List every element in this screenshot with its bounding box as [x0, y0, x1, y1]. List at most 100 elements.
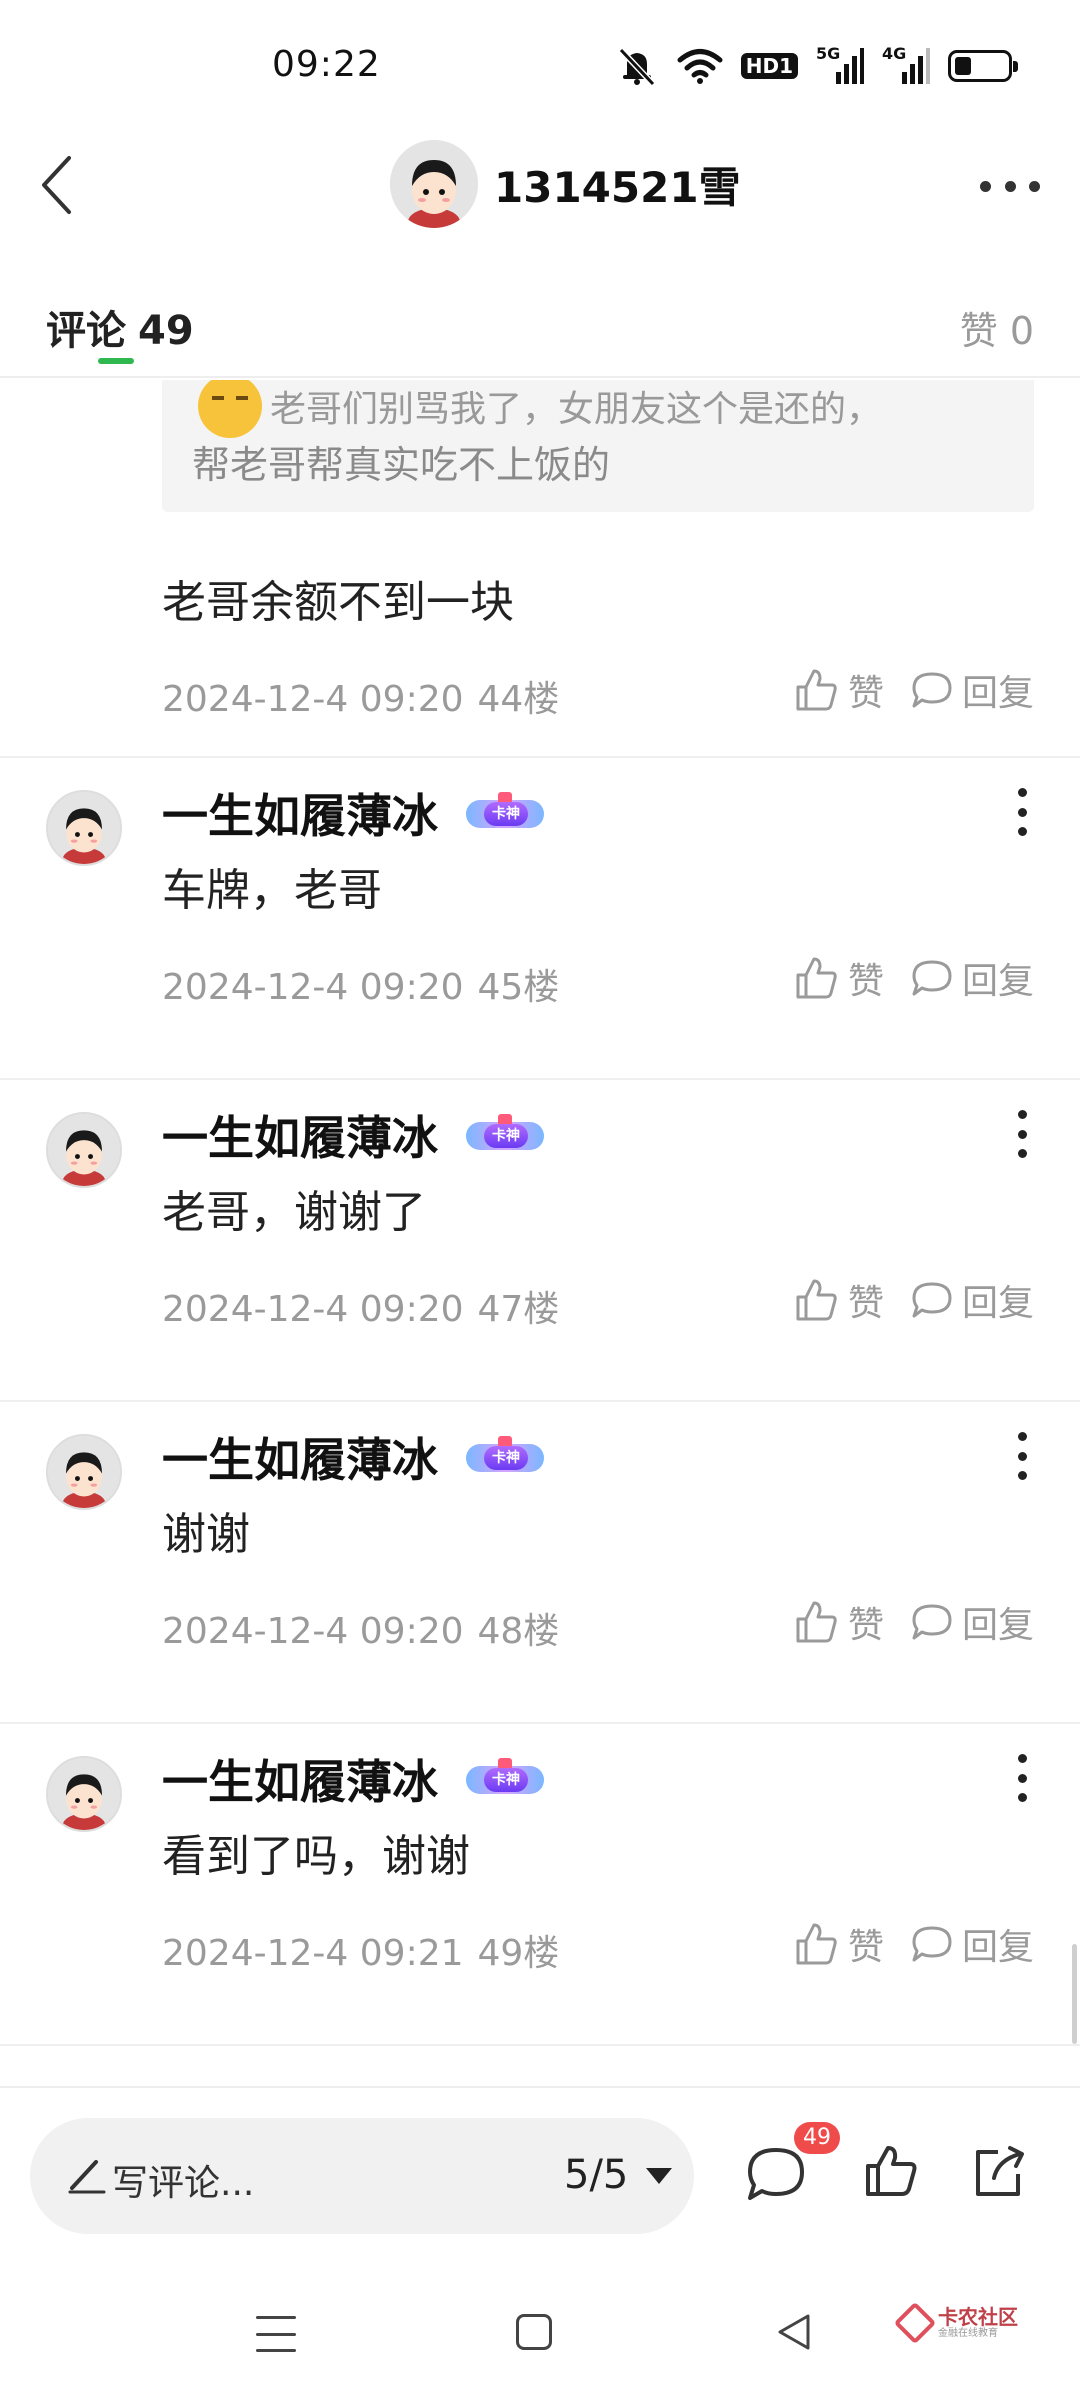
badge-label: 卡神 — [484, 1768, 528, 1792]
comment-user[interactable]: 一生如履薄冰 卡神 — [162, 1102, 550, 1168]
tab-comments-label: 评论 — [46, 308, 126, 354]
like-button[interactable]: 赞 — [794, 1918, 884, 1970]
comment-item: 一生如履薄冰 卡神 车牌，老哥 2024-12-4 09:20 45楼 赞 回复 — [0, 758, 1080, 1080]
comment-meta: 2024-12-4 09:20 44楼 — [162, 670, 559, 722]
badge-label: 卡神 — [484, 1124, 528, 1148]
comment-user[interactable]: 一生如履薄冰 卡神 — [162, 1424, 550, 1490]
comment-user[interactable]: 一生如履薄冰 卡神 — [162, 1746, 550, 1812]
thumbs-up-icon — [796, 669, 837, 711]
signal-5g-icon: 5G — [816, 44, 864, 86]
comment-username[interactable]: 一生如履薄冰 — [162, 1746, 438, 1812]
comment-menu-button[interactable] — [1010, 1754, 1034, 1802]
thumbs-up-icon — [796, 957, 837, 999]
comment-username[interactable]: 一生如履薄冰 — [162, 780, 438, 846]
tab-comments[interactable]: 评论 49 — [46, 298, 194, 356]
like-button[interactable]: 赞 — [794, 664, 884, 716]
comment-item: 一生如履薄冰 卡神 老哥，谢谢了 2024-12-4 09:20 47楼 赞 回复 — [0, 1080, 1080, 1402]
tab-likes[interactable]: 赞 0 — [960, 300, 1034, 355]
comment-time: 2024-12-4 09:20 — [162, 967, 464, 1008]
reply-button[interactable]: 回复 — [910, 952, 1034, 1004]
hd-voice-badge: HD1 — [740, 53, 798, 79]
reply-button[interactable]: 回复 — [910, 1596, 1034, 1648]
comment-username[interactable]: 一生如履薄冰 — [162, 1102, 438, 1168]
mute-bell-icon — [618, 47, 655, 86]
write-comment-input[interactable]: 写评论... 5/5 — [30, 2118, 694, 2234]
like-label: 赞 — [847, 673, 884, 714]
system-navigation-bar: 卡农社区 金融在线教育 — [0, 2266, 1080, 2400]
signal-4g-label: 4G — [882, 44, 907, 63]
reply-bubble-icon — [912, 1282, 952, 1318]
pencil-icon — [68, 2160, 106, 2194]
badge-label: 卡神 — [484, 1446, 528, 1470]
more-dot-icon — [980, 180, 991, 192]
comment-text: 谢谢 — [162, 1509, 250, 1560]
reply-label: 回复 — [961, 673, 1034, 714]
emoji-icon — [198, 380, 262, 438]
comment-meta: 2024-12-4 09:20 48楼 — [162, 1602, 559, 1654]
post-author-name[interactable]: 1314521雪 — [494, 154, 741, 215]
comment-meta: 2024-12-4 09:20 45楼 — [162, 958, 559, 1010]
thumbs-up-icon[interactable] — [862, 2142, 920, 2200]
like-button[interactable]: 赞 — [794, 1596, 884, 1648]
home-icon[interactable] — [516, 2314, 552, 2350]
comment-floor: 47楼 — [477, 1289, 560, 1330]
watermark-icon — [893, 2301, 937, 2345]
comment-meta: 2024-12-4 09:20 47楼 — [162, 1280, 559, 1332]
page-indicator[interactable]: 5/5 — [564, 2152, 628, 2198]
avatar[interactable] — [46, 790, 122, 866]
quoted-text-1: 老哥们别骂我了，女朋友这个是还的， — [270, 389, 883, 430]
comment-time: 2024-12-4 09:21 — [162, 1933, 464, 1974]
post-header: 1314521雪 — [0, 130, 1080, 240]
reply-label: 回复 — [961, 1605, 1034, 1646]
like-label: 赞 — [847, 1283, 884, 1324]
caret-down-icon[interactable] — [646, 2168, 672, 2184]
comment-menu-button[interactable] — [1010, 1110, 1034, 1158]
comment-text: 老哥，谢谢了 — [162, 1187, 426, 1238]
reply-button[interactable]: 回复 — [910, 1274, 1034, 1326]
status-bar: 09:22 HD1 5G 4G — [0, 0, 1080, 130]
status-icons: HD1 5G 4G — [615, 44, 1018, 88]
comment-meta: 2024-12-4 09:21 49楼 — [162, 1924, 559, 1976]
watermark-logo: 卡农社区 金融在线教育 — [893, 2301, 1018, 2345]
watermark-title: 卡农社区 — [938, 2305, 1018, 2329]
comment-menu-button[interactable] — [1010, 1432, 1034, 1480]
bottom-action-bar: 写评论... 5/5 49 — [0, 2086, 1080, 2266]
like-button[interactable]: 赞 — [794, 952, 884, 1004]
share-icon[interactable] — [968, 2142, 1028, 2202]
chevron-left-icon — [42, 156, 71, 214]
avatar[interactable] — [46, 1756, 122, 1832]
back-button[interactable] — [26, 150, 86, 220]
watermark-subtitle: 金融在线教育 — [938, 2328, 998, 2339]
like-button[interactable]: 赞 — [794, 1274, 884, 1326]
more-options-button[interactable] — [980, 166, 1040, 206]
more-dot-icon — [1029, 180, 1040, 192]
scrollbar-thumb[interactable] — [1072, 1944, 1077, 2044]
comment-actions: 赞 回复 — [794, 664, 1034, 716]
status-time: 09:22 — [272, 44, 381, 85]
recent-apps-icon[interactable] — [256, 2316, 296, 2352]
back-triangle-icon[interactable] — [774, 2312, 814, 2352]
reply-button[interactable]: 回复 — [910, 664, 1034, 716]
badge-label: 卡神 — [484, 802, 528, 826]
comment-count-badge: 49 — [794, 2122, 840, 2154]
signal-5g-label: 5G — [816, 44, 841, 63]
reply-button[interactable]: 回复 — [910, 1918, 1034, 1970]
comment-list[interactable]: 老哥们别骂我了，女朋友这个是还的， 帮老哥帮真实吃不上饭的 老哥余额不到一块 2… — [0, 380, 1080, 2086]
comment-floor: 44楼 — [477, 679, 560, 720]
avatar[interactable] — [390, 140, 478, 228]
comment-input-placeholder: 写评论... — [112, 2163, 255, 2204]
reply-bubble-icon — [912, 672, 952, 708]
user-badge: 卡神 — [460, 1758, 550, 1800]
comment-user[interactable]: 一生如履薄冰 卡神 — [162, 780, 550, 846]
comment-menu-button[interactable] — [1010, 788, 1034, 836]
avatar[interactable] — [46, 1112, 122, 1188]
quoted-post[interactable]: 老哥们别骂我了，女朋友这个是还的， 帮老哥帮真实吃不上饭的 — [162, 380, 1034, 512]
comment-bubble-icon[interactable] — [744, 2144, 808, 2204]
avatar[interactable] — [46, 1434, 122, 1510]
comment-time: 2024-12-4 09:20 — [162, 679, 464, 720]
header-user[interactable]: 1314521雪 — [390, 140, 741, 228]
reply-label: 回复 — [961, 1283, 1034, 1324]
comment-floor: 48楼 — [477, 1611, 560, 1652]
battery-icon — [948, 50, 1018, 82]
comment-username[interactable]: 一生如履薄冰 — [162, 1424, 438, 1490]
